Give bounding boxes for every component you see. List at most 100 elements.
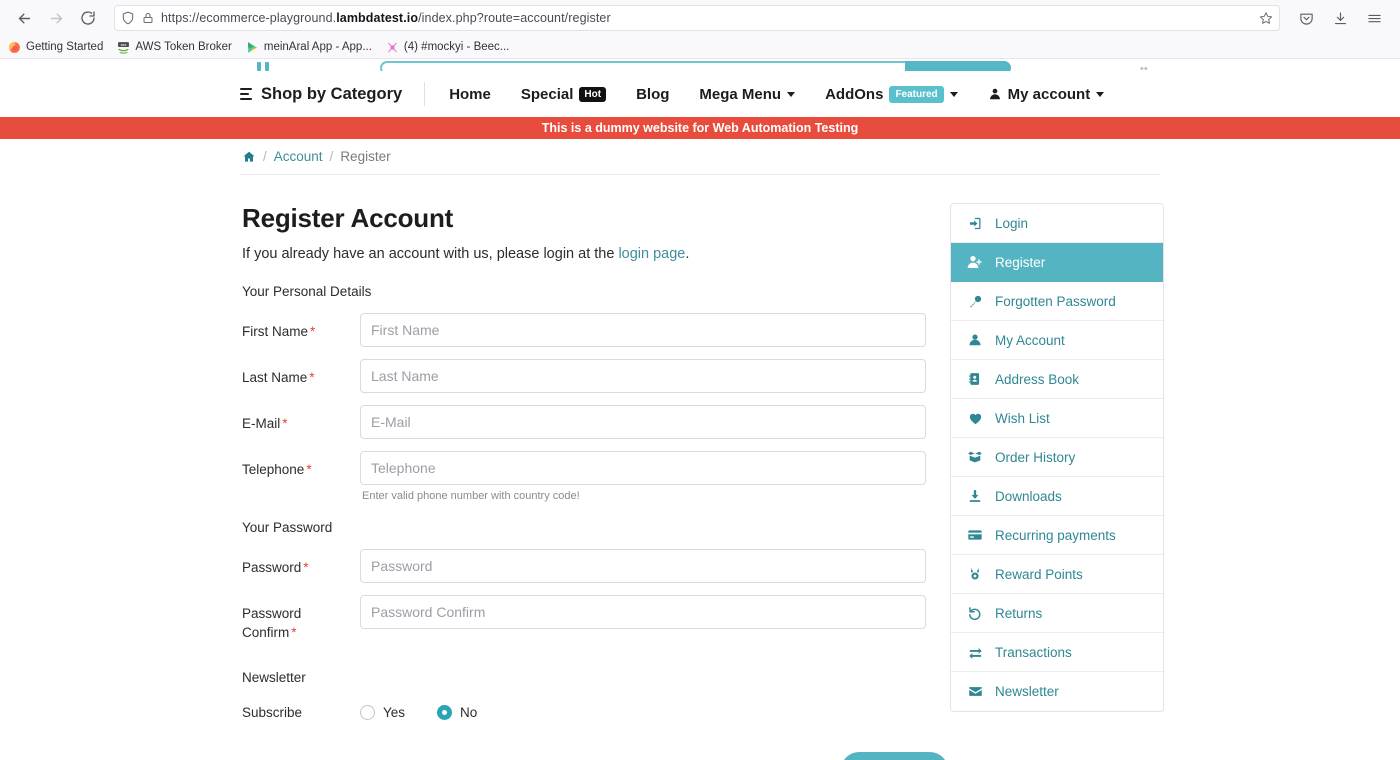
bookmark-meinaral-app[interactable]: meinAral App - App... bbox=[246, 41, 372, 54]
radio-unchecked-icon[interactable] bbox=[360, 705, 375, 720]
sidebar-item-forgotten-password[interactable]: Forgotten Password bbox=[951, 282, 1163, 321]
nav-item-special[interactable]: Special Hot bbox=[520, 85, 607, 103]
breadcrumb-separator: / bbox=[329, 149, 334, 164]
breadcrumb: / Account / Register bbox=[240, 139, 1160, 175]
label-text: First Name bbox=[242, 324, 309, 339]
sidebar-item-my-account[interactable]: My Account bbox=[951, 321, 1163, 360]
envelope-icon bbox=[967, 684, 983, 699]
form-row-email: E-Mail * bbox=[240, 405, 948, 439]
sidebar-item-recurring-payments[interactable]: Recurring payments bbox=[951, 516, 1163, 555]
box-open-icon bbox=[967, 449, 983, 465]
newsletter-heading: Newsletter bbox=[242, 670, 306, 685]
medal-icon bbox=[967, 567, 983, 581]
label-text: Password bbox=[242, 606, 302, 621]
sidebar-item-address-book[interactable]: Address Book bbox=[951, 360, 1163, 399]
subscribe-label: Subscribe bbox=[242, 705, 303, 720]
dummy-site-banner: This is a dummy website for Web Automati… bbox=[0, 117, 1400, 139]
breadcrumb-item-account[interactable]: Account bbox=[274, 149, 323, 164]
chevron-down-icon bbox=[787, 91, 796, 97]
play-store-icon bbox=[246, 41, 259, 54]
form-row-password: Password * bbox=[240, 549, 948, 583]
login-prompt-period: . bbox=[685, 246, 690, 262]
forward-arrow-icon[interactable] bbox=[42, 4, 70, 32]
telephone-input[interactable] bbox=[360, 451, 926, 485]
sidebar-item-newsletter[interactable]: Newsletter bbox=[951, 672, 1163, 711]
bookmark-label: AWS Token Broker bbox=[135, 41, 232, 53]
login-page-link[interactable]: login page bbox=[618, 246, 685, 262]
page-container: / Account / Register Register Account If… bbox=[240, 139, 1164, 760]
required-asterisk: * bbox=[282, 416, 288, 431]
required-asterisk: * bbox=[291, 625, 297, 640]
address-bar[interactable]: https://ecommerce-playground.lambdatest.… bbox=[114, 5, 1280, 31]
agree-and-submit-row: I have read and agree to the Privacy Pol… bbox=[240, 752, 948, 760]
nav-item-mega-menu[interactable]: Mega Menu bbox=[699, 86, 796, 103]
reload-icon[interactable] bbox=[74, 4, 102, 32]
shop-by-category-button[interactable]: Shop by Category bbox=[240, 85, 402, 104]
telephone-label: Telephone * bbox=[240, 451, 360, 479]
downloads-icon[interactable] bbox=[1326, 4, 1354, 32]
subscribe-radio-group: Yes No bbox=[360, 699, 948, 720]
sidebar-item-register[interactable]: Register bbox=[951, 243, 1163, 282]
login-prompt-text: If you already have an account with us, … bbox=[242, 246, 619, 262]
search-button[interactable] bbox=[905, 61, 1011, 71]
nav-label: Special bbox=[520, 85, 574, 103]
login-arrow-icon bbox=[967, 216, 983, 231]
firstname-input[interactable] bbox=[360, 313, 926, 347]
continue-button[interactable]: Continue bbox=[841, 752, 948, 760]
address-book-icon bbox=[967, 372, 983, 386]
pocket-icon[interactable] bbox=[1292, 4, 1320, 32]
menu-icon[interactable] bbox=[1360, 4, 1388, 32]
account-sidebar-list: Login Register Forgotten Password My Acc… bbox=[950, 203, 1164, 712]
exchange-icon bbox=[967, 645, 983, 660]
sidebar-item-label: Order History bbox=[995, 449, 1076, 465]
shield-icon[interactable] bbox=[121, 11, 135, 25]
sidebar-item-label: Address Book bbox=[995, 371, 1080, 387]
sidebar-item-reward-points[interactable]: Reward Points bbox=[951, 555, 1163, 594]
lock-icon[interactable] bbox=[142, 12, 154, 24]
browser-right-icons bbox=[1292, 4, 1390, 32]
breadcrumb-separator: / bbox=[263, 149, 267, 164]
sidebar-item-login[interactable]: Login bbox=[951, 204, 1163, 243]
bookmark-mockyi-beeceptor[interactable]: (4) #mockyi - Beec... bbox=[386, 41, 509, 54]
sidebar-item-label: Wish List bbox=[995, 410, 1050, 426]
telephone-help-text: Enter valid phone number with country co… bbox=[362, 490, 580, 502]
label-text-2: Confirm bbox=[242, 625, 290, 640]
nav-item-addons[interactable]: AddOns Featured bbox=[825, 85, 958, 103]
star-icon[interactable] bbox=[1259, 11, 1273, 25]
featured-badge: Featured bbox=[889, 85, 944, 103]
beeceptor-icon bbox=[386, 41, 399, 54]
form-row-telephone: Telephone* Enter valid phone number with… bbox=[240, 451, 948, 502]
label-text: Password bbox=[242, 560, 302, 575]
heart-icon bbox=[967, 411, 983, 426]
sidebar-item-wish-list[interactable]: Wish List bbox=[951, 399, 1163, 438]
chevron-down-icon bbox=[1096, 91, 1105, 97]
shop-by-category-label: Shop by Category bbox=[261, 84, 403, 103]
lastname-input[interactable] bbox=[360, 359, 926, 393]
email-input[interactable] bbox=[360, 405, 926, 439]
sidebar-item-label: Forgotten Password bbox=[995, 293, 1116, 309]
bookmark-aws-token-broker[interactable]: aws AWS Token Broker bbox=[117, 41, 232, 54]
sidebar-item-label: Recurring payments bbox=[995, 527, 1116, 543]
password-confirm-input[interactable] bbox=[360, 595, 926, 629]
required-asterisk: * bbox=[310, 324, 316, 339]
sidebar-item-transactions[interactable]: Transactions bbox=[951, 633, 1163, 672]
subscribe-radio-no[interactable]: No bbox=[437, 705, 477, 720]
register-form-column: Register Account If you already have an … bbox=[240, 203, 948, 760]
bookmark-getting-started[interactable]: Getting Started bbox=[8, 41, 103, 54]
svg-text:aws: aws bbox=[121, 42, 127, 46]
sidebar-item-order-history[interactable]: Order History bbox=[951, 438, 1163, 477]
subscribe-radio-yes[interactable]: Yes bbox=[360, 705, 405, 720]
sidebar-item-returns[interactable]: Returns bbox=[951, 594, 1163, 633]
sidebar-item-downloads[interactable]: Downloads bbox=[951, 477, 1163, 516]
nav-item-home[interactable]: Home bbox=[449, 86, 491, 103]
nav-item-my-account[interactable]: My account bbox=[988, 86, 1105, 103]
user-plus-icon bbox=[967, 254, 983, 270]
radio-checked-icon[interactable] bbox=[437, 705, 453, 720]
bookmark-label: meinAral App - App... bbox=[263, 41, 372, 53]
nav-item-blog[interactable]: Blog bbox=[636, 86, 669, 103]
home-icon[interactable] bbox=[242, 150, 256, 164]
back-arrow-icon[interactable] bbox=[10, 4, 38, 32]
lastname-label: Last Name * bbox=[240, 359, 360, 387]
password-confirm-label: Password Confirm * bbox=[240, 595, 360, 642]
password-input[interactable] bbox=[360, 549, 926, 583]
